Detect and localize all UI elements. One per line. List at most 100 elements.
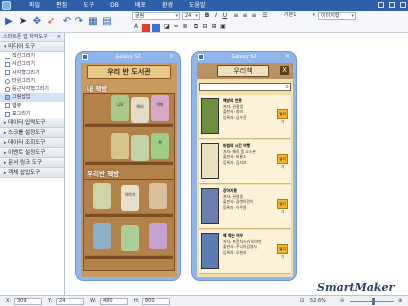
list-icon[interactable]: ☰ bbox=[261, 12, 269, 20]
book-5[interactable] bbox=[131, 135, 149, 161]
phone-title-bar: Galaxy S2 × bbox=[76, 52, 180, 62]
layout-icon[interactable]: ▦ bbox=[86, 14, 100, 28]
rent-button[interactable]: 빌리기 bbox=[277, 199, 288, 214]
list-item[interactable]: 책 먹는 여우 저자: 프란치스카 비어만 출판사: 주니어김영사 등록자: 오… bbox=[199, 230, 291, 274]
book-cover bbox=[201, 233, 219, 269]
phone-preview-library[interactable]: Galaxy S2 × 우리 반 도서관 내 책방 니모 해리 빅마 책 우리반… bbox=[75, 51, 181, 281]
cursor-select-icon[interactable]: ➶ bbox=[44, 14, 58, 28]
minimize-button[interactable] bbox=[378, 2, 384, 8]
menu-environment[interactable]: 환경 bbox=[154, 0, 181, 11]
close-icon[interactable]: × bbox=[285, 52, 290, 62]
rectangle-tool-icon bbox=[5, 70, 10, 76]
smartmaker-logo: SmartMaker bbox=[317, 281, 395, 294]
list-item[interactable]: 마법의 시간 여행 저자: 메리 폽 오스본 출판사: 비룡소 등록자: 김지호… bbox=[199, 140, 291, 184]
arrange-icon[interactable]: ⧉ bbox=[192, 23, 200, 31]
category-document-link[interactable]: 문서 링크 도구 bbox=[0, 158, 64, 169]
text-color-icon[interactable]: A bbox=[132, 23, 140, 31]
bold-button[interactable]: B bbox=[203, 12, 211, 20]
search-icon[interactable]: ⌕ bbox=[286, 83, 289, 91]
tool-diagonal[interactable]: 사선그리기 bbox=[0, 60, 64, 68]
height-field[interactable]: 800 bbox=[142, 298, 170, 305]
close-button[interactable]: X bbox=[280, 66, 289, 75]
search-input[interactable]: ⌕ bbox=[199, 83, 291, 91]
menu-deploy[interactable]: 배포 bbox=[127, 0, 154, 11]
book-8[interactable]: 이야기 bbox=[121, 185, 139, 211]
book-6[interactable]: 책 bbox=[151, 133, 169, 159]
font-select[interactable]: 굴림 bbox=[132, 12, 180, 20]
italic-button[interactable]: I bbox=[212, 12, 220, 20]
pointer-icon[interactable]: ➤ bbox=[16, 14, 30, 28]
webview-tool-icon bbox=[5, 103, 10, 109]
font-size-select[interactable]: 24 bbox=[182, 12, 200, 20]
zoom-slider-thumb[interactable] bbox=[372, 298, 375, 305]
align-left-icon[interactable]: ≡ bbox=[232, 12, 240, 20]
category-data-input[interactable]: 데이터 입력도구 bbox=[0, 118, 64, 129]
align-preset-select[interactable]: 이미지형 bbox=[318, 12, 356, 20]
tool-line[interactable]: 직선그리기 bbox=[0, 52, 64, 60]
y-label: Y: bbox=[48, 298, 53, 304]
design-canvas[interactable]: Galaxy S2 × 우리 반 도서관 내 책방 니모 해리 빅마 책 우리반… bbox=[65, 33, 408, 295]
tool-ellipse[interactable]: 타원그리기 bbox=[0, 77, 64, 85]
color-swatch-red[interactable] bbox=[142, 24, 150, 32]
tool-rectangle[interactable]: 사각형그리기 bbox=[0, 69, 64, 77]
book-11[interactable] bbox=[121, 225, 139, 251]
book-1[interactable]: 니모 bbox=[111, 95, 129, 121]
list-title: 우리책 bbox=[217, 65, 269, 77]
style-preset-select[interactable]: 기본1 bbox=[282, 12, 316, 20]
line-width-icon[interactable]: ≣ bbox=[181, 23, 189, 31]
tool-table[interactable]: 표그리기 bbox=[0, 110, 64, 118]
group-icon[interactable]: ▣ bbox=[219, 23, 227, 31]
fill-icon[interactable]: ◪ bbox=[163, 23, 171, 31]
underline-button[interactable]: U bbox=[221, 12, 229, 20]
width-field[interactable]: 480 bbox=[100, 298, 128, 305]
list-item[interactable]: 해방의 연못 저자: 권정생 출판사: 창비 등록자: 김우진 빌리기 bbox=[199, 95, 291, 139]
line-style-icon[interactable]: ═ bbox=[172, 23, 180, 31]
book-3[interactable]: 빅마 bbox=[151, 95, 169, 121]
menu-db[interactable]: DB bbox=[102, 0, 127, 11]
tool-rounded-rect[interactable]: 둥근사각형그리기 bbox=[0, 85, 64, 93]
menu-help[interactable]: 도움말 bbox=[181, 0, 214, 11]
distribute-icon[interactable]: ⊞ bbox=[210, 23, 218, 31]
menu-file[interactable]: 파일 bbox=[21, 0, 48, 11]
fit-icon[interactable]: ⊡ bbox=[300, 298, 304, 305]
close-icon[interactable]: × bbox=[57, 33, 61, 42]
color-swatch-blue[interactable] bbox=[152, 24, 160, 32]
play-icon[interactable]: ▶ bbox=[2, 14, 16, 28]
redo-icon[interactable]: ↷ bbox=[72, 14, 86, 28]
menu-tools[interactable]: 도구 bbox=[75, 0, 102, 11]
toolbar: ▶ ➤ ✥ ➶ ↶ ↷ ▦ ▤ 굴림 24 B I U ≡ ≡ ≡ ☰ A ◪ … bbox=[0, 11, 408, 33]
book-12[interactable] bbox=[149, 223, 167, 249]
book-10[interactable] bbox=[93, 223, 111, 249]
x-coordinate-field[interactable]: 309 bbox=[14, 298, 42, 305]
tool-image[interactable]: 그림삽입 bbox=[0, 93, 64, 102]
book-2[interactable]: 해리 bbox=[131, 97, 149, 123]
close-window-button[interactable] bbox=[400, 2, 406, 8]
align-center-icon[interactable]: ≡ bbox=[241, 12, 249, 20]
w-label: W: bbox=[90, 298, 97, 304]
align-right-icon[interactable]: ≡ bbox=[250, 12, 258, 20]
zoom-in-icon[interactable]: ⊕ bbox=[398, 298, 402, 305]
category-media-tools[interactable]: 미디어 도구 bbox=[0, 42, 64, 52]
rent-button[interactable]: 빌리기 bbox=[277, 244, 288, 259]
category-scroll-settings[interactable]: 스크롤 설정도구 bbox=[0, 128, 64, 139]
tool-webview[interactable]: 웹뷰 bbox=[0, 102, 64, 110]
menu-edit[interactable]: 편집 bbox=[48, 0, 75, 11]
category-data-query[interactable]: 데이터 조회도구 bbox=[0, 138, 64, 149]
grid-icon[interactable]: ▤ bbox=[100, 14, 114, 28]
align-objects-icon[interactable]: ⊟ bbox=[201, 23, 209, 31]
maximize-button[interactable] bbox=[389, 2, 395, 8]
rent-button[interactable]: 빌리기 bbox=[277, 154, 288, 169]
book-7[interactable] bbox=[93, 183, 111, 209]
zoom-out-icon[interactable]: ⊖ bbox=[340, 298, 344, 305]
phone-preview-booklist[interactable]: Galaxy S2 × 우리책 X ⌕ 해방의 연못 저자: 권정생 출판사: … bbox=[191, 51, 297, 281]
close-icon[interactable]: × bbox=[169, 52, 174, 62]
book-4[interactable] bbox=[111, 133, 129, 159]
book-9[interactable] bbox=[149, 183, 167, 209]
category-event-settings[interactable]: 이벤트 설정도구 bbox=[0, 148, 64, 159]
y-coordinate-field[interactable]: 24 bbox=[56, 298, 84, 305]
rent-button[interactable]: 빌리기 bbox=[277, 109, 288, 124]
move-icon[interactable]: ✥ bbox=[30, 14, 44, 28]
list-item[interactable]: 강아지똥 저자: 권정생 출판사: 길벗어린이 등록자: 이주원 빌리기 bbox=[199, 185, 291, 229]
category-object-insert[interactable]: 객체 삽입도구 bbox=[0, 168, 64, 179]
book-meta: 해방의 연못 저자: 권정생 출판사: 창비 등록자: 김우진 bbox=[223, 98, 247, 120]
